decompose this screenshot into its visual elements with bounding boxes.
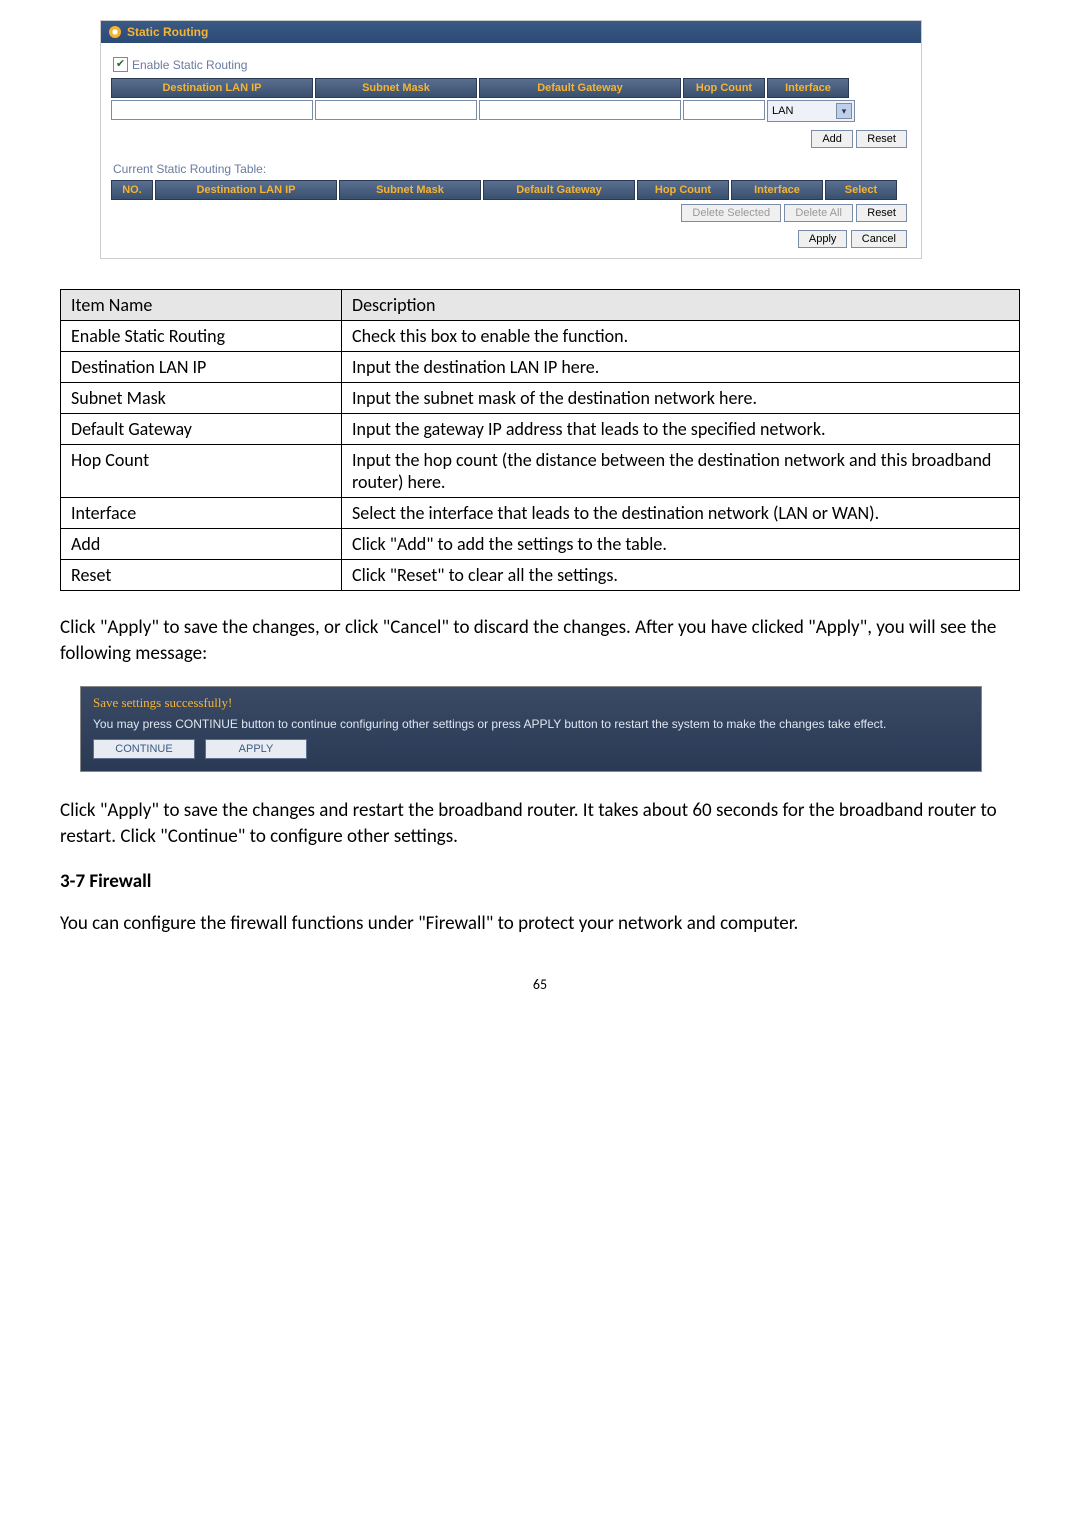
table-row: Hop CountInput the hop count (the distan… xyxy=(61,445,1020,498)
paragraph-apply-cancel: Click "Apply" to save the changes, or cl… xyxy=(60,615,1020,666)
table-row: Destination LAN IPInput the destination … xyxy=(61,352,1020,383)
apply-button-2[interactable]: APPLY xyxy=(205,739,307,759)
enable-static-routing-checkbox[interactable]: ✔ xyxy=(113,57,128,72)
table-row: Default GatewayInput the gateway IP addr… xyxy=(61,414,1020,445)
col-dest-2: Destination LAN IP xyxy=(155,180,337,200)
destination-lan-ip-input[interactable] xyxy=(111,100,313,120)
interface-select-value: LAN xyxy=(772,105,793,117)
cancel-button[interactable]: Cancel xyxy=(851,230,907,248)
save-settings-title: Save settings successfully! xyxy=(81,687,981,713)
col-no: NO. xyxy=(111,180,153,200)
table-row: ResetClick "Reset" to clear all the sett… xyxy=(61,560,1020,591)
paragraph-restart: Click "Apply" to save the changes and re… xyxy=(60,798,1020,849)
enable-static-routing-label: Enable Static Routing xyxy=(132,58,247,72)
continue-button[interactable]: CONTINUE xyxy=(93,739,195,759)
col-iface-2: Interface xyxy=(731,180,823,200)
desc-head-item: Item Name xyxy=(61,290,342,321)
subnet-mask-input[interactable] xyxy=(315,100,477,120)
reset-button[interactable]: Reset xyxy=(856,130,907,148)
col-destination-lan-ip: Destination LAN IP xyxy=(111,78,313,98)
routing-table-label: Current Static Routing Table: xyxy=(111,156,911,180)
col-hop-count: Hop Count xyxy=(683,78,765,98)
table-row: AddClick "Add" to add the settings to th… xyxy=(61,529,1020,560)
add-button[interactable]: Add xyxy=(811,130,853,148)
col-gw-2: Default Gateway xyxy=(483,180,635,200)
save-settings-panel: Save settings successfully! You may pres… xyxy=(80,686,982,772)
description-table: Item Name Description Enable Static Rout… xyxy=(60,289,1020,591)
gear-icon xyxy=(109,26,121,38)
default-gateway-input[interactable] xyxy=(479,100,681,120)
hop-count-input[interactable] xyxy=(683,100,765,120)
reset-button-2[interactable]: Reset xyxy=(856,204,907,222)
col-interface: Interface xyxy=(767,78,849,98)
interface-select[interactable]: LAN ▾ xyxy=(767,100,855,122)
table-row: Subnet MaskInput the subnet mask of the … xyxy=(61,383,1020,414)
desc-head-desc: Description xyxy=(342,290,1020,321)
page-number: 65 xyxy=(60,976,1020,993)
delete-selected-button[interactable]: Delete Selected xyxy=(681,204,781,222)
apply-button[interactable]: Apply xyxy=(798,230,848,248)
table-row: Enable Static RoutingCheck this box to e… xyxy=(61,321,1020,352)
col-subnet-mask: Subnet Mask xyxy=(315,78,477,98)
section-heading-firewall: 3-7 Firewall xyxy=(60,870,1020,893)
paragraph-firewall: You can configure the firewall functions… xyxy=(60,911,1020,937)
panel-title: Static Routing xyxy=(127,25,208,39)
delete-all-button[interactable]: Delete All xyxy=(784,204,852,222)
col-default-gateway: Default Gateway xyxy=(479,78,681,98)
col-select-2: Select xyxy=(825,180,897,200)
chevron-down-icon: ▾ xyxy=(836,103,852,119)
col-subnet-2: Subnet Mask xyxy=(339,180,481,200)
table-row: InterfaceSelect the interface that leads… xyxy=(61,498,1020,529)
save-settings-text: You may press CONTINUE button to continu… xyxy=(81,713,981,739)
static-routing-panel: Static Routing ✔ Enable Static Routing D… xyxy=(100,20,922,259)
col-hop-2: Hop Count xyxy=(637,180,729,200)
panel-titlebar: Static Routing xyxy=(101,21,921,43)
